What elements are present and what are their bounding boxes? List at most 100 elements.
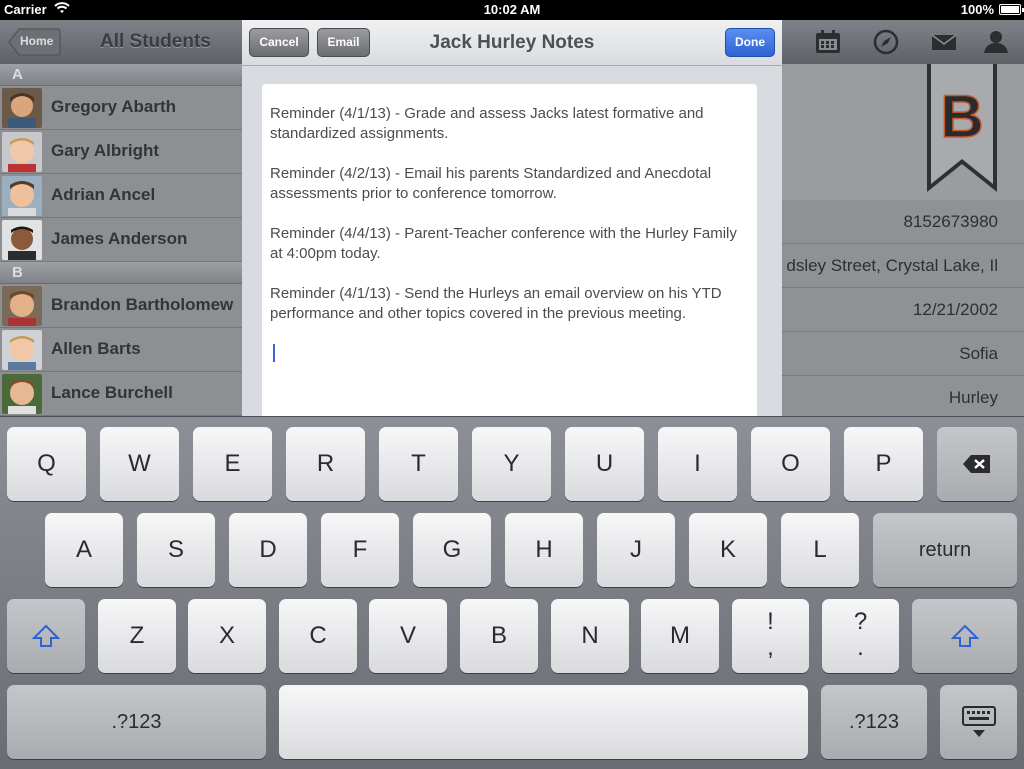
backspace-icon (963, 455, 990, 473)
grade-letter: B (940, 82, 985, 151)
profile-icon[interactable] (982, 29, 1010, 55)
clock: 10:02 AM (483, 2, 541, 17)
avatar (2, 88, 42, 128)
key-y[interactable]: Y (472, 427, 551, 501)
key-b[interactable]: B (460, 599, 538, 673)
key-s[interactable]: S (137, 513, 215, 587)
student-detail-panel: B 8152673980 dsley Street, Crystal Lake,… (781, 64, 1024, 416)
key-c[interactable]: C (279, 599, 357, 673)
cancel-button[interactable]: Cancel (249, 28, 309, 57)
key-d[interactable]: D (229, 513, 307, 587)
detail-row-phone[interactable]: 8152673980 (781, 200, 1024, 244)
text-cursor (273, 344, 275, 362)
section-header-a: A (0, 64, 243, 86)
student-row-adrian-ancel[interactable]: Adrian Ancel (0, 174, 243, 218)
key-a[interactable]: A (45, 513, 123, 587)
key-m[interactable]: M (641, 599, 719, 673)
key-e[interactable]: E (193, 427, 272, 501)
space-bar[interactable] (279, 685, 808, 759)
first-name-value: Sofia (959, 344, 998, 363)
calendar-icon[interactable] (814, 29, 842, 55)
mail-icon[interactable] (930, 29, 958, 55)
section-header-b: B (0, 262, 243, 284)
detail-row-birthdate[interactable]: 12/21/2002 (781, 288, 1024, 332)
note-entry: Reminder (4/2/13) - Email his parents St… (270, 165, 712, 202)
address-value: dsley Street, Crystal Lake, Il (786, 256, 998, 275)
key-q[interactable]: Q (7, 427, 86, 501)
student-name: Brandon Bartholomew (51, 295, 234, 314)
last-name-value: Hurley (948, 388, 998, 407)
key-bottom-char: . (857, 634, 864, 661)
key-i[interactable]: I (658, 427, 737, 501)
key-exclamation-comma[interactable]: ! , (732, 599, 809, 673)
battery-icon (999, 4, 1024, 15)
key-t[interactable]: T (379, 427, 458, 501)
modal-title: Jack Hurley Notes (429, 32, 595, 53)
key-g[interactable]: G (413, 513, 491, 587)
backspace-key[interactable] (937, 427, 1017, 501)
numbers-key-right[interactable]: .?123 (821, 685, 927, 759)
key-l[interactable]: L (781, 513, 859, 587)
key-j[interactable]: J (597, 513, 675, 587)
key-x[interactable]: X (188, 599, 266, 673)
key-k[interactable]: K (689, 513, 767, 587)
key-v[interactable]: V (369, 599, 447, 673)
key-r[interactable]: R (286, 427, 365, 501)
key-question-period[interactable]: ? . (822, 599, 899, 673)
student-name: Gary Albright (51, 141, 159, 160)
home-button-label: Home (20, 34, 54, 48)
student-name: Adrian Ancel (51, 185, 156, 204)
student-row-gregory-abarth[interactable]: Gregory Abarth (0, 86, 243, 130)
avatar (2, 330, 42, 370)
note-entry: Reminder (4/1/13) - Grade and assess Jac… (270, 105, 704, 142)
notes-modal: Cancel Email Jack Hurley Notes Done Remi… (242, 20, 782, 416)
hide-keyboard-key[interactable] (940, 685, 1017, 759)
keyboard-hide-icon (961, 706, 996, 737)
key-top-char: ? (853, 608, 868, 635)
birthdate-value: 12/21/2002 (912, 300, 998, 319)
home-button[interactable]: Home (8, 28, 61, 56)
key-p[interactable]: P (844, 427, 923, 501)
compass-icon[interactable] (872, 29, 900, 55)
avatar (2, 220, 42, 260)
student-row-gary-albright[interactable]: Gary Albright (0, 130, 243, 174)
shift-icon (32, 624, 60, 647)
detail-row-last-name[interactable]: Hurley (781, 376, 1024, 416)
battery-percent: 100% (960, 2, 994, 17)
notes-text-area[interactable]: Reminder (4/1/13) - Grade and assess Jac… (262, 84, 757, 416)
student-row-lance-burchell[interactable]: Lance Burchell (0, 372, 243, 416)
avatar (2, 176, 42, 216)
key-f[interactable]: F (321, 513, 399, 587)
status-bar: Carrier 10:02 AM 100% (0, 0, 1024, 20)
student-list: A Gregory Abarth Gary Albright Adrian An… (0, 64, 243, 416)
done-button[interactable]: Done (725, 28, 775, 57)
shift-key-right[interactable] (912, 599, 1017, 673)
key-n[interactable]: N (551, 599, 629, 673)
student-row-brandon-bartholomew[interactable]: Brandon Bartholomew (0, 284, 243, 328)
key-o[interactable]: O (751, 427, 830, 501)
key-top-char: ! (767, 608, 774, 635)
detail-row-first-name[interactable]: Sofia (781, 332, 1024, 376)
modal-toolbar: Cancel Email Jack Hurley Notes Done (242, 20, 782, 66)
avatar (2, 286, 42, 326)
note-entry: Reminder (4/1/13) - Send the Hurleys an … (270, 285, 722, 322)
student-name: Lance Burchell (51, 383, 173, 402)
student-row-allen-barts[interactable]: Allen Barts (0, 328, 243, 372)
numbers-key-left[interactable]: .?123 (7, 685, 266, 759)
key-bottom-char: , (767, 634, 774, 661)
student-row-james-anderson[interactable]: James Anderson (0, 218, 243, 262)
detail-row-address[interactable]: dsley Street, Crystal Lake, Il (781, 244, 1024, 288)
key-u[interactable]: U (565, 427, 644, 501)
phone-value: 8152673980 (903, 212, 998, 231)
key-w[interactable]: W (100, 427, 179, 501)
key-z[interactable]: Z (98, 599, 176, 673)
email-button[interactable]: Email (317, 28, 370, 57)
onscreen-keyboard: Q W E R T Y U I O P A S D F G H J K L re… (0, 416, 1024, 769)
return-key[interactable]: return (873, 513, 1017, 587)
shift-icon (950, 624, 979, 647)
avatar (2, 374, 42, 414)
list-title: All Students (100, 31, 211, 52)
key-h[interactable]: H (505, 513, 583, 587)
shift-key-left[interactable] (7, 599, 85, 673)
student-name: Allen Barts (51, 339, 141, 358)
